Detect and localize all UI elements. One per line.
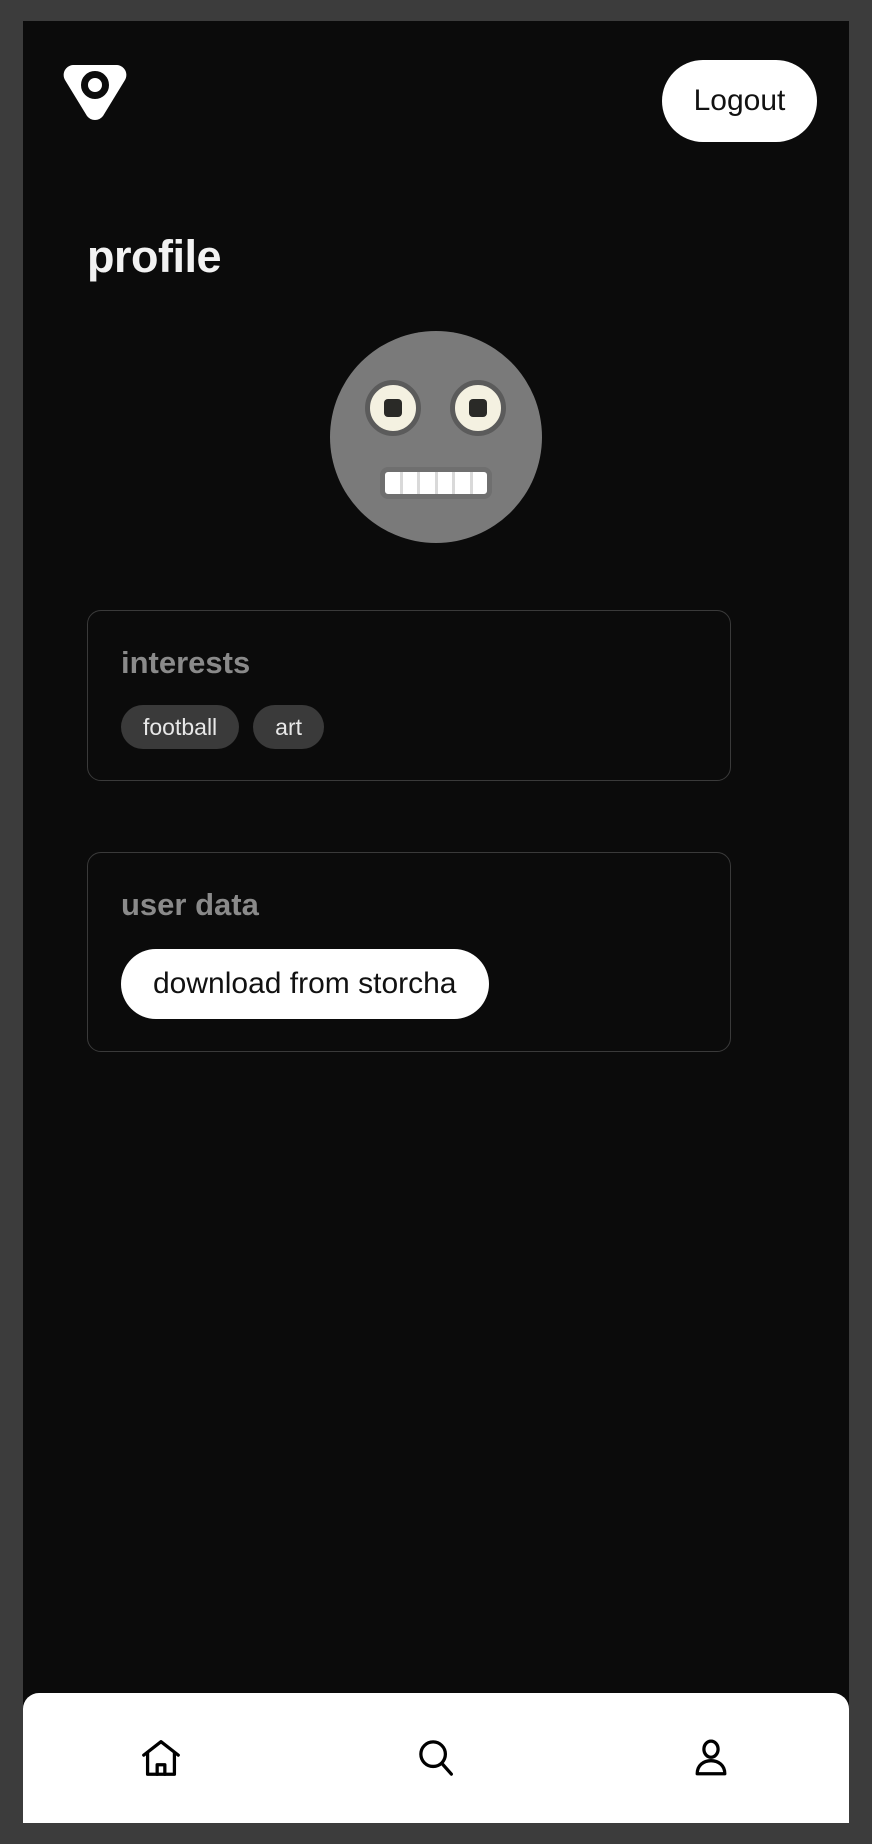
- home-icon: [138, 1735, 184, 1781]
- interests-card-heading: interests: [121, 645, 251, 680]
- avatar-tooth: [385, 472, 403, 494]
- device-frame: Logout profile interests football art us…: [0, 0, 872, 1844]
- avatar-tooth: [420, 472, 438, 494]
- nav-item-home[interactable]: [23, 1693, 298, 1823]
- logout-button[interactable]: Logout: [662, 60, 817, 142]
- user-data-card: user data download from storcha: [87, 852, 731, 1052]
- page-title: profile: [87, 231, 222, 282]
- interest-tag[interactable]: art: [253, 705, 325, 749]
- interests-tag-list: football art: [121, 705, 325, 749]
- bottom-navigation-bar: [23, 1693, 849, 1823]
- app-header: Logout: [23, 21, 849, 161]
- avatar-mouth-icon: [380, 467, 492, 499]
- interests-card: interests football art: [87, 610, 731, 781]
- triangle-ring-logo-icon[interactable]: [59, 55, 131, 127]
- person-icon: [688, 1735, 734, 1781]
- avatar-tooth: [473, 472, 488, 494]
- avatar-tooth: [438, 472, 455, 494]
- nav-item-search[interactable]: [298, 1693, 573, 1823]
- search-icon: [413, 1735, 459, 1781]
- avatar-container: [23, 331, 849, 556]
- avatar-tooth: [403, 472, 420, 494]
- avatar-right-pupil: [469, 399, 487, 417]
- nav-item-profile[interactable]: [574, 1693, 849, 1823]
- app-screen: Logout profile interests football art us…: [23, 21, 849, 1823]
- interest-tag[interactable]: football: [121, 705, 240, 749]
- download-from-storcha-button[interactable]: download from storcha: [121, 949, 489, 1019]
- avatar-left-eye-icon: [365, 380, 421, 436]
- avatar-left-pupil: [384, 399, 402, 417]
- robot-face-avatar: [330, 331, 542, 543]
- avatar-tooth: [455, 472, 473, 494]
- user-data-card-heading: user data: [121, 887, 259, 922]
- avatar-right-eye-icon: [450, 380, 506, 436]
